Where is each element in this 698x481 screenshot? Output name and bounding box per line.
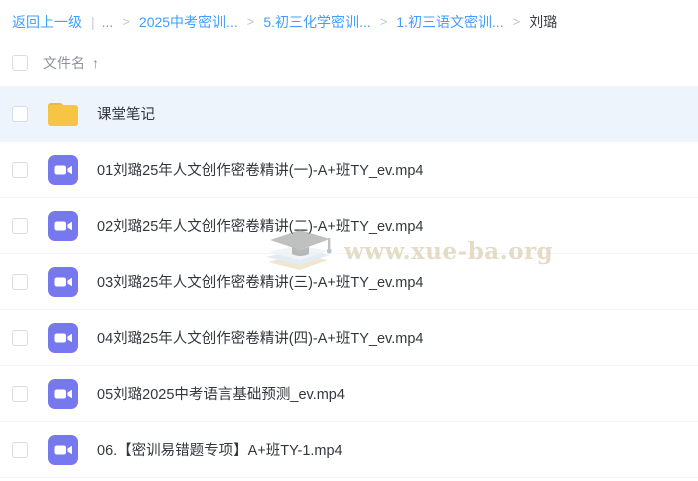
video-file-icon xyxy=(48,154,78,185)
row-checkbox[interactable] xyxy=(12,441,28,458)
breadcrumb-link[interactable]: 2025中考密训... xyxy=(139,13,238,31)
file-list: 课堂笔记 01刘璐25年人文创作密卷精讲(一)-A+班TY_ev.mp4 02刘… xyxy=(0,86,698,478)
file-name[interactable]: 05刘璐2025中考语言基础预测_ev.mp4 xyxy=(97,383,345,404)
video-file-icon xyxy=(48,434,78,465)
file-row[interactable]: 课堂笔记 xyxy=(0,86,698,142)
breadcrumb-separator: > xyxy=(379,14,388,29)
row-checkbox[interactable] xyxy=(12,385,28,402)
video-file-icon xyxy=(48,322,78,353)
file-row[interactable]: 02刘璐25年人文创作密卷精讲(二)-A+班TY_ev.mp4 xyxy=(0,198,698,254)
row-checkbox[interactable] xyxy=(12,161,28,178)
breadcrumb-pipe-divider: | xyxy=(91,14,95,30)
file-list-header: 文件名 ↑ xyxy=(0,40,698,86)
file-type-icon-wrap xyxy=(45,265,81,299)
breadcrumb-collapsed-ellipsis[interactable]: ... xyxy=(102,13,114,31)
row-checkbox[interactable] xyxy=(12,105,28,122)
file-type-icon-wrap xyxy=(45,153,81,187)
breadcrumb-separator: > xyxy=(122,14,130,29)
file-manager-page: 返回上一级 | ... >2025中考密训... >5.初三化学密训... >1.初… xyxy=(0,0,698,481)
sort-ascending-icon[interactable]: ↑ xyxy=(92,55,99,71)
row-checkbox[interactable] xyxy=(12,329,28,346)
folder-icon xyxy=(48,102,78,126)
row-checkbox[interactable] xyxy=(12,217,28,234)
file-row[interactable]: 01刘璐25年人文创作密卷精讲(一)-A+班TY_ev.mp4 xyxy=(0,142,698,198)
file-type-icon-wrap xyxy=(45,377,81,411)
video-file-icon xyxy=(48,210,78,241)
file-name[interactable]: 06.【密训易错题专项】A+班TY-1.mp4 xyxy=(97,439,343,460)
breadcrumb: 返回上一级 | ... >2025中考密训... >5.初三化学密训... >1.初… xyxy=(0,0,698,40)
file-name[interactable]: 01刘璐25年人文创作密卷精讲(一)-A+班TY_ev.mp4 xyxy=(97,159,423,180)
filename-column-header[interactable]: 文件名 xyxy=(43,53,85,73)
file-row[interactable]: 04刘璐25年人文创作密卷精讲(四)-A+班TY_ev.mp4 xyxy=(0,310,698,366)
file-row[interactable]: 06.【密训易错题专项】A+班TY-1.mp4 xyxy=(0,422,698,478)
file-row[interactable]: 05刘璐2025中考语言基础预测_ev.mp4 xyxy=(0,366,698,422)
breadcrumb-separator: > xyxy=(512,14,521,29)
video-file-icon xyxy=(48,378,78,409)
file-type-icon-wrap xyxy=(45,209,81,243)
row-checkbox[interactable] xyxy=(12,273,28,290)
breadcrumb-items: >2025中考密训... >5.初三化学密训... >1.初三语文密训... > 刘璐 xyxy=(113,13,557,31)
file-type-icon-wrap xyxy=(45,321,81,355)
file-name[interactable]: 03刘璐25年人文创作密卷精讲(三)-A+班TY_ev.mp4 xyxy=(97,271,423,292)
file-name[interactable]: 02刘璐25年人文创作密卷精讲(二)-A+班TY_ev.mp4 xyxy=(97,215,423,236)
file-type-icon-wrap xyxy=(45,97,81,131)
video-file-icon xyxy=(48,266,78,297)
select-all-checkbox[interactable] xyxy=(12,55,28,71)
breadcrumb-separator: > xyxy=(246,14,255,29)
file-row[interactable]: 03刘璐25年人文创作密卷精讲(三)-A+班TY_ev.mp4 xyxy=(0,254,698,310)
file-name[interactable]: 04刘璐25年人文创作密卷精讲(四)-A+班TY_ev.mp4 xyxy=(97,327,423,348)
breadcrumb-link[interactable]: 1.初三语文密训... xyxy=(396,13,503,31)
back-to-parent-link[interactable]: 返回上一级 xyxy=(12,13,82,31)
file-type-icon-wrap xyxy=(45,433,81,467)
breadcrumb-current: 刘璐 xyxy=(529,14,558,30)
file-name[interactable]: 课堂笔记 xyxy=(97,103,155,124)
breadcrumb-link[interactable]: 5.初三化学密训... xyxy=(263,13,370,31)
